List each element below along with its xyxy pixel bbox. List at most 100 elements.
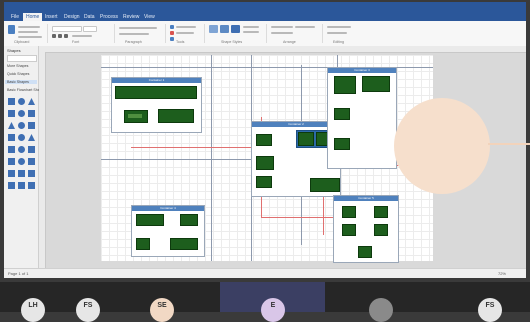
tab-insert[interactable]: Insert — [42, 13, 61, 21]
font-options[interactable] — [72, 35, 92, 37]
italic-button[interactable] — [58, 34, 62, 38]
alignment-buttons[interactable] — [119, 27, 157, 29]
stencil-shape[interactable] — [18, 134, 25, 141]
cut-button[interactable] — [18, 26, 40, 28]
process-node[interactable] — [170, 238, 198, 250]
process-group[interactable] — [115, 86, 197, 99]
tab-process[interactable]: Process — [97, 13, 121, 21]
process-node[interactable] — [310, 178, 340, 192]
stencil-shape[interactable] — [18, 122, 25, 129]
position-button[interactable] — [295, 26, 315, 28]
page-indicator[interactable]: Page 1 of 1 — [8, 271, 28, 276]
shapes-item-more[interactable]: More Shapes — [7, 64, 28, 68]
participant-tile[interactable]: FS — [460, 282, 520, 322]
find-button[interactable] — [327, 26, 351, 28]
shapes-search-input[interactable] — [7, 55, 37, 62]
participant-tile[interactable]: LH — [0, 282, 50, 322]
participant-tile-speaking[interactable]: E — [220, 282, 325, 322]
underline-button[interactable] — [64, 34, 68, 38]
process-node[interactable] — [136, 238, 150, 250]
participant-tile[interactable]: SE — [130, 282, 190, 322]
paste-icon[interactable] — [8, 25, 15, 34]
stencil-shape[interactable] — [8, 146, 15, 153]
tab-review[interactable]: Review — [120, 13, 142, 21]
drawing-page[interactable]: Container 1 Container 2 Container 3 Cont… — [101, 55, 433, 263]
process-node[interactable] — [342, 224, 356, 236]
stencil-shape[interactable] — [28, 146, 35, 153]
connector-tool-button[interactable] — [176, 32, 194, 34]
pointer-tool-icon[interactable] — [170, 25, 174, 29]
participant-tile[interactable]: FS — [60, 282, 110, 322]
stencil-shape[interactable] — [18, 146, 25, 153]
tab-data[interactable]: Data — [81, 13, 98, 21]
stencil-shape[interactable] — [28, 98, 35, 105]
paragraph-buttons[interactable] — [119, 33, 149, 35]
tab-home[interactable]: Home — [23, 13, 43, 21]
container-5[interactable]: Container 5 — [333, 195, 399, 263]
process-node[interactable] — [298, 132, 314, 146]
line-button[interactable] — [243, 31, 259, 33]
stencil-shape[interactable] — [8, 182, 15, 189]
process-node[interactable] — [358, 246, 372, 258]
stencil-shape[interactable] — [18, 98, 25, 105]
participant-tile[interactable] — [355, 282, 405, 322]
zoom-level[interactable]: 72% — [498, 271, 506, 276]
bring-forward-button[interactable] — [271, 32, 293, 34]
tab-view[interactable]: View — [141, 13, 158, 21]
stencil-shape[interactable] — [28, 170, 35, 177]
stencil-shape[interactable] — [28, 182, 35, 189]
format-painter-button[interactable] — [18, 36, 42, 38]
process-node[interactable] — [374, 224, 388, 236]
process-node[interactable] — [256, 134, 272, 146]
shape-style-3-icon[interactable] — [231, 25, 240, 33]
process-node[interactable] — [334, 138, 350, 150]
ribbon-divider — [47, 24, 48, 43]
tab-design[interactable]: Design — [61, 13, 83, 21]
tab-file[interactable]: File — [8, 13, 22, 21]
process-node[interactable] — [362, 76, 390, 92]
stencil-shape[interactable] — [28, 110, 35, 117]
stencil-shape[interactable] — [28, 134, 35, 141]
stencil-shape[interactable] — [28, 158, 35, 165]
shapes-item-basic[interactable]: Basic Shapes — [5, 80, 37, 84]
process-node[interactable] — [124, 110, 148, 123]
container-3[interactable]: Container 3 — [327, 67, 397, 169]
process-node[interactable] — [256, 156, 274, 170]
font-name-select[interactable] — [52, 26, 82, 32]
shape-style-2-icon[interactable] — [220, 25, 229, 33]
copy-button[interactable] — [18, 31, 38, 33]
shape-style-1-icon[interactable] — [209, 25, 218, 33]
tools-group-label: Tools — [176, 40, 185, 44]
stencil-shape[interactable] — [8, 122, 15, 129]
shapes-item-quick[interactable]: Quick Shapes — [7, 72, 29, 76]
process-node[interactable] — [256, 176, 272, 188]
connector-tool-icon[interactable] — [170, 31, 174, 35]
process-node[interactable] — [334, 76, 356, 94]
stencil-shape[interactable] — [28, 122, 35, 129]
font-size-select[interactable] — [83, 26, 97, 32]
stencil-shape[interactable] — [18, 110, 25, 117]
stencil-shape[interactable] — [8, 110, 15, 117]
fill-button[interactable] — [243, 26, 259, 28]
process-node[interactable] — [334, 108, 350, 120]
stencil-shape[interactable] — [18, 158, 25, 165]
container-4[interactable]: Container 4 — [131, 205, 205, 257]
stencil-shape[interactable] — [8, 98, 15, 105]
text-tool-icon[interactable] — [170, 37, 174, 41]
stencil-shape[interactable] — [18, 182, 25, 189]
process-node[interactable] — [136, 214, 164, 226]
stencil-shape[interactable] — [18, 170, 25, 177]
bold-button[interactable] — [52, 34, 56, 38]
process-node[interactable] — [342, 206, 356, 218]
stencil-shape[interactable] — [8, 134, 15, 141]
stencil-shape[interactable] — [8, 170, 15, 177]
process-node[interactable] — [374, 206, 388, 218]
process-node[interactable] — [180, 214, 198, 226]
pointer-tool-button[interactable] — [176, 26, 196, 28]
layers-button[interactable] — [327, 32, 347, 34]
stencil-shape[interactable] — [8, 158, 15, 165]
process-node[interactable] — [158, 109, 194, 123]
ribbon-divider — [322, 24, 323, 43]
align-button[interactable] — [271, 26, 293, 28]
container-1[interactable]: Container 1 — [111, 77, 202, 133]
